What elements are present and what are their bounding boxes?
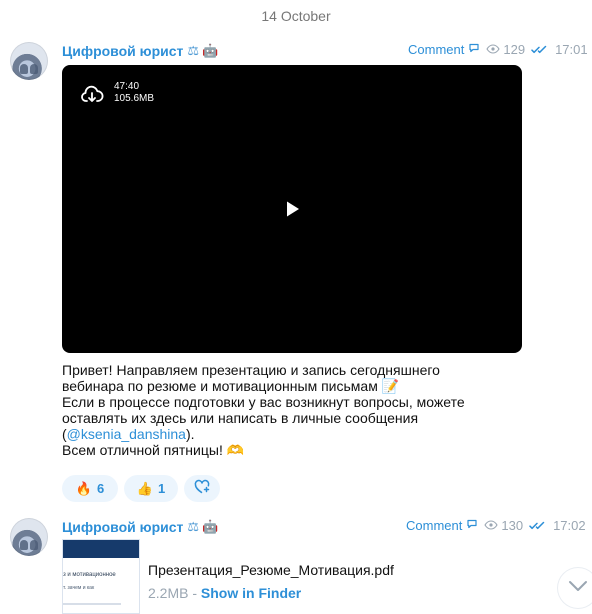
document-name[interactable]: Презентация_Резюме_Мотивация.pdf: [148, 561, 394, 579]
message-line-text: Привет! Направляем презентацию и запись …: [62, 362, 440, 378]
comment-link[interactable]: Comment: [406, 518, 478, 533]
message-line-text: Если в процессе подготовки у вас возникн…: [62, 394, 465, 410]
thumbs-up-icon: 👍: [136, 480, 153, 496]
document-thumbnail-line: [63, 603, 121, 605]
double-check-icon: [529, 521, 547, 531]
message-meta: Comment 129 17:01: [408, 42, 588, 57]
scroll-down-button[interactable]: [558, 568, 592, 608]
message-line-text: вебинара по резюме и мотивационным письм…: [62, 378, 382, 394]
add-reaction-button[interactable]: [184, 475, 220, 502]
message-line: вебинара по резюме и мотивационным письм…: [62, 378, 532, 394]
reaction-count: 6: [96, 481, 105, 496]
document-separator: -: [188, 585, 201, 601]
mention-link[interactable]: @ksenia_danshina: [67, 426, 186, 442]
sender-name-text: Цифровой юрист: [62, 43, 184, 59]
eye-icon: [486, 42, 501, 57]
document-thumbnail-header: [63, 540, 139, 558]
fire-icon: 🔥: [75, 480, 92, 496]
download-cloud-icon[interactable]: [80, 83, 104, 107]
play-icon[interactable]: [283, 199, 303, 219]
comment-link[interactable]: Comment: [408, 42, 480, 57]
message-line-text: оставлять их здесь или написать в личные…: [62, 410, 419, 426]
message-line: Привет! Направляем презентацию и запись …: [62, 362, 532, 378]
video-player[interactable]: 47:40 105.6MB: [62, 65, 522, 353]
message-time: 17:01: [555, 42, 588, 57]
document-size: 2.2MB: [148, 585, 189, 601]
comment-label: Comment: [406, 518, 463, 533]
chevron-down-icon: [568, 579, 588, 597]
eye-icon: [484, 518, 499, 533]
views-group: 129: [486, 42, 525, 57]
channel-avatar[interactable]: [10, 42, 48, 80]
message-line-text: Всем отличной пятницы!: [62, 442, 227, 458]
show-in-finder-link[interactable]: Show in Finder: [201, 585, 301, 601]
double-check-icon: [531, 45, 549, 55]
message-line: оставлять их здесь или написать в личные…: [62, 410, 532, 426]
reaction-thumbs-up[interactable]: 👍 1: [124, 475, 178, 502]
date-separator: 14 October: [261, 8, 331, 24]
document-thumbnail-text: з и мотивационное: [63, 572, 116, 578]
comment-label: Comment: [408, 42, 465, 57]
sender-badge-icons: ⚖ 🤖: [187, 519, 218, 535]
robot-icon: 🤖: [202, 519, 219, 534]
reaction-fire[interactable]: 🔥 6: [62, 475, 118, 502]
views-count: 129: [503, 42, 526, 57]
message-meta: Comment 130 17:02: [406, 518, 586, 533]
message-line: Если в процессе подготовки у вас возникн…: [62, 394, 532, 410]
comment-icon: [466, 518, 478, 533]
views-group: 130: [484, 518, 523, 533]
message-text: Привет! Направляем презентацию и запись …: [62, 362, 532, 458]
close-parenthesis: ).: [185, 426, 195, 442]
video-duration: 47:40: [114, 81, 140, 92]
document-thumbnail-text: т. зачем и как: [63, 585, 95, 591]
heart-hands-emoji: 🫶: [226, 442, 245, 458]
document-meta: 2.2MB - Show in Finder: [148, 584, 301, 602]
video-info: 47:40 105.6MB: [114, 81, 154, 105]
robot-icon: 🤖: [202, 43, 219, 58]
reactions-bar: 🔥 6 👍 1: [62, 475, 220, 502]
sender-badge-icons: ⚖ 🤖: [187, 43, 218, 59]
sender-name[interactable]: Цифровой юрист ⚖ 🤖: [62, 519, 218, 535]
video-size: 105.6MB: [114, 93, 155, 104]
comment-icon: [468, 42, 480, 57]
message-time: 17:02: [553, 518, 586, 533]
memo-emoji: 📝: [381, 378, 400, 394]
sender-name[interactable]: Цифровой юрист ⚖ 🤖: [62, 43, 218, 59]
views-count: 130: [501, 518, 524, 533]
reaction-count: 1: [157, 481, 166, 496]
document-thumbnail[interactable]: з и мотивационное т. зачем и как: [62, 539, 140, 614]
scales-icon: ⚖: [187, 519, 200, 534]
message-line: Всем отличной пятницы! 🫶: [62, 442, 532, 458]
scales-icon: ⚖: [187, 43, 200, 58]
message-line: (@ksenia_danshina).: [62, 426, 532, 442]
channel-avatar[interactable]: [10, 518, 48, 556]
heart-plus-icon: [193, 479, 211, 498]
sender-name-text: Цифровой юрист: [62, 519, 184, 535]
